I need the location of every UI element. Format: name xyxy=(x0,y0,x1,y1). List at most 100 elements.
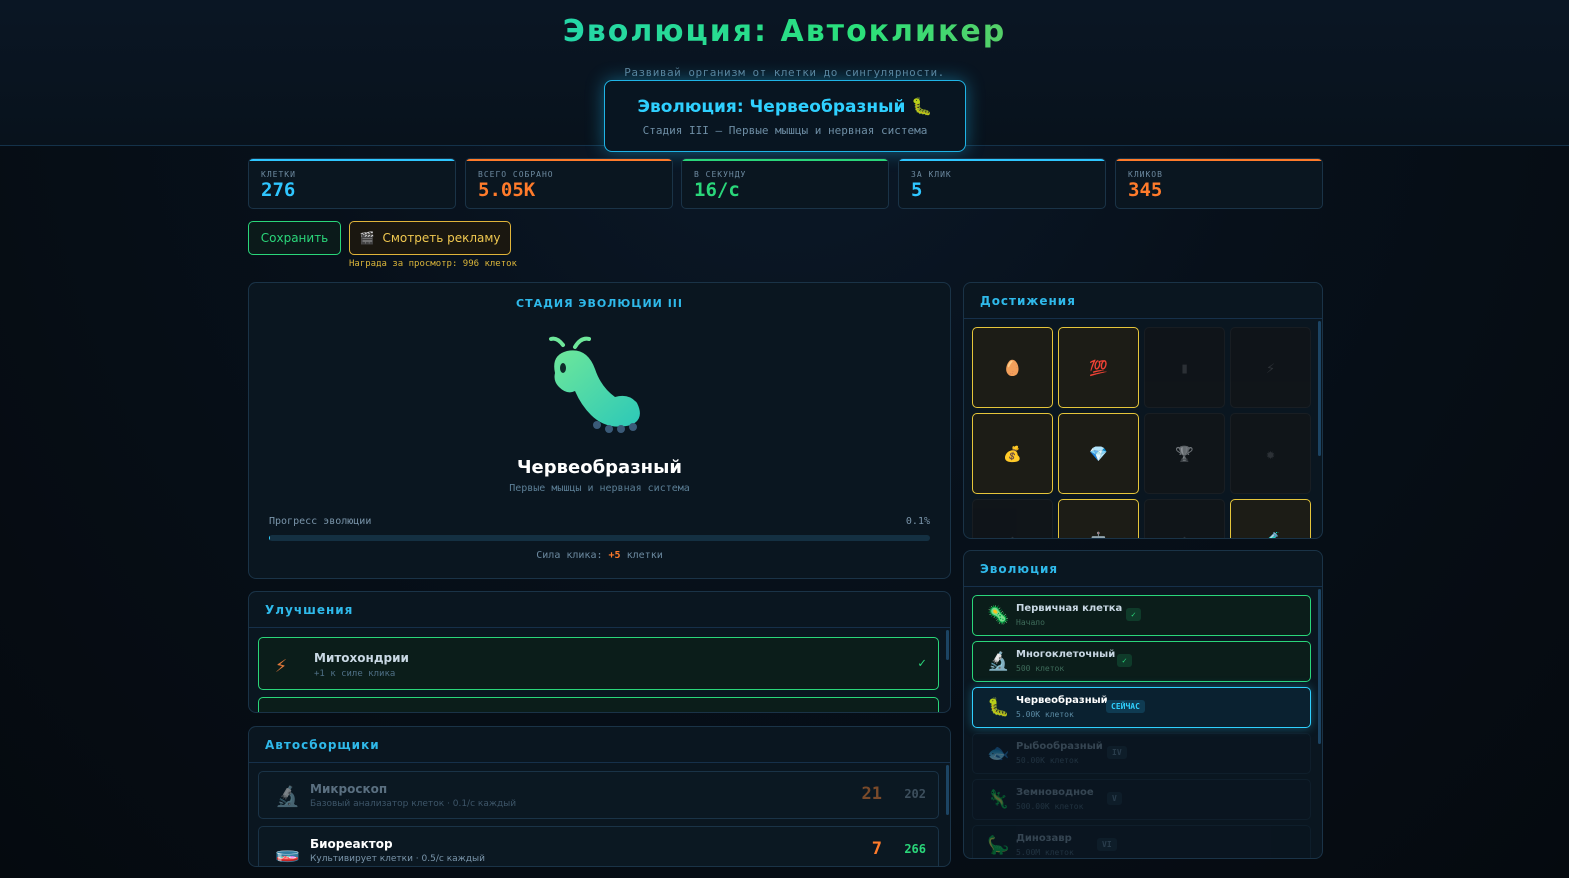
watch-ad-label: Смотреть рекламу xyxy=(382,231,501,245)
stage-requirement: 5.00M клеток xyxy=(1016,848,1074,857)
achievement-badge[interactable]: ◆ xyxy=(972,499,1053,539)
evolution-progress-bar xyxy=(269,535,930,541)
evolution-list-title: Эволюция xyxy=(964,551,1322,587)
click-power-suffix: клетки xyxy=(626,550,663,561)
achievement-icon: 🧪 xyxy=(1261,531,1280,539)
stage-name: Червеобразный xyxy=(1016,695,1108,706)
achievement-icon: 🥚 xyxy=(1003,358,1022,377)
stat-label: В СЕКУНДУ xyxy=(694,170,747,179)
stage-icon: 🐟 xyxy=(987,743,1010,764)
watch-ad-button[interactable]: 🎬 Смотреть рекламу xyxy=(349,221,511,255)
stage-icon: 🦎 xyxy=(987,789,1010,810)
achievement-badge[interactable]: 🤖 xyxy=(1058,499,1139,539)
achievement-icon: ◆ xyxy=(1008,531,1017,539)
stage-icon: 🦠 xyxy=(987,605,1010,626)
click-power: Сила клика: +5 клетки xyxy=(249,550,950,561)
upgrade-item[interactable]: ⚡ Митохондрии +1 к силе клика ✓ xyxy=(258,637,939,690)
header: Эволюция: Автокликер Развивай организм о… xyxy=(0,0,1569,152)
achievement-badge[interactable]: ▮ xyxy=(1144,327,1225,408)
collector-cost: 202 xyxy=(904,787,926,801)
auto-collectors-scrollbar[interactable] xyxy=(946,765,949,815)
stage-requirement: 50.00K клеток xyxy=(1016,756,1079,765)
upgrade-item[interactable] xyxy=(258,697,939,712)
stage-requirement: 500 клеток xyxy=(1016,664,1065,673)
stat-label: КЛИКОВ xyxy=(1128,170,1163,179)
evolution-stage-panel: СТАДИЯ ЭВОЛЮЦИИ III Червеобразный Первые… xyxy=(248,282,951,579)
collector-count: 21 xyxy=(861,784,882,804)
stage-name: Многоклеточный xyxy=(1016,649,1116,660)
current-stage-banner: Эволюция: Червеобразный 🐛 Стадия III — П… xyxy=(604,80,966,152)
collector-item[interactable]: 🧫 Биореактор Культивирует клетки · 0.5/с… xyxy=(258,826,939,866)
save-button[interactable]: Сохранить xyxy=(248,221,341,255)
stage-tag: V xyxy=(1107,792,1122,805)
stage-requirement: Начало xyxy=(1016,618,1045,627)
stat-value: 345 xyxy=(1128,179,1163,201)
achievement-badge[interactable]: 💎 xyxy=(1058,413,1139,494)
stat-cells: КЛЕТКИ 276 xyxy=(248,158,456,209)
evolution-stage-item[interactable]: 🦕 Динозавр 5.00M клеток VI xyxy=(972,825,1311,858)
upgrades-title: Улучшения xyxy=(249,592,950,628)
achievement-icon: 💯 xyxy=(1089,358,1108,377)
collector-item[interactable]: 🔬 Микроскоп Базовый анализатор клеток · … xyxy=(258,771,939,819)
collector-desc: Культивирует клетки · 0.5/с каждый xyxy=(310,854,485,864)
achievement-badge[interactable]: 🧪 xyxy=(1230,499,1311,539)
evolution-progress-fill xyxy=(269,535,271,541)
achievement-icon: ⚡ xyxy=(1265,358,1276,377)
achievement-icon: 🤖 xyxy=(1089,531,1108,539)
stat-label: ЗА КЛИК xyxy=(911,170,952,179)
stat-total-collected: ВСЕГО СОБРАНО 5.05K xyxy=(465,158,673,209)
achievements-title: Достижения xyxy=(964,283,1322,319)
achievements-panel: Достижения 🥚 💯 ▮ ⚡ 💰 💎 🏆 ✹ ◆ 🤖 ◆ 🧪 xyxy=(963,282,1323,539)
evolution-stage-item[interactable]: 🦎 Земноводное 500.00K клеток V xyxy=(972,779,1311,820)
stage-icon: 🦕 xyxy=(987,835,1010,856)
stat-value: 16/с xyxy=(694,179,740,201)
achievement-icon: 💰 xyxy=(1003,444,1022,463)
stage-tag: VI xyxy=(1097,838,1117,851)
stage-requirement: 5.00K клеток xyxy=(1016,710,1074,719)
achievement-icon: ◆ xyxy=(1180,531,1189,539)
creature-worm-icon[interactable] xyxy=(545,335,649,435)
evolution-stage-item[interactable]: 🔬 Многоклеточный 500 клеток ✓ xyxy=(972,641,1311,682)
achievement-badge[interactable]: 💯 xyxy=(1058,327,1139,408)
stage-tag: СЕЙЧАС xyxy=(1106,700,1145,713)
stage-name: Динозавр xyxy=(1016,833,1072,844)
evolution-stage-label: СТАДИЯ ЭВОЛЮЦИИ III xyxy=(516,297,683,310)
stage-name: Рыбообразный xyxy=(1016,741,1103,752)
stage-icon: 🔬 xyxy=(987,651,1010,672)
achievement-icon: 🏆 xyxy=(1175,444,1194,463)
achievement-icon: ▮ xyxy=(1179,358,1190,377)
checkmark-icon: ✓ xyxy=(918,656,926,671)
stage-tag: IV xyxy=(1107,746,1127,759)
achievement-badge[interactable]: 💰 xyxy=(972,413,1053,494)
evolution-stage-item[interactable]: 🐛 Червеобразный 5.00K клеток СЕЙЧАС xyxy=(972,687,1311,728)
stage-icon: 🐛 xyxy=(987,697,1010,718)
achievement-badge[interactable]: 🥚 xyxy=(972,327,1053,408)
stat-per-click: ЗА КЛИК 5 xyxy=(898,158,1106,209)
upgrade-desc: +1 к силе клика xyxy=(314,669,396,679)
click-power-value: +5 xyxy=(608,550,621,561)
evolution-stage-item[interactable]: 🦠 Первичная клетка Начало ✓ xyxy=(972,595,1311,636)
achievement-icon: 💎 xyxy=(1089,444,1108,463)
stage-name: Земноводное xyxy=(1016,787,1094,798)
evolution-progress-value: 0.1% xyxy=(905,516,930,527)
creature-name: Червеобразный xyxy=(517,457,682,478)
upgrades-scrollbar[interactable] xyxy=(946,630,949,660)
achievement-icon: ✹ xyxy=(1265,444,1276,463)
collector-name: Биореактор xyxy=(310,837,393,851)
upgrade-name: Митохондрии xyxy=(314,651,409,665)
upgrades-panel: Улучшения ⚡ Митохондрии +1 к силе клика … xyxy=(248,591,951,713)
achievement-badge[interactable]: ✹ xyxy=(1230,413,1311,494)
collector-count: 7 xyxy=(871,839,882,859)
stat-label: КЛЕТКИ xyxy=(261,170,296,179)
clapperboard-icon: 🎬 xyxy=(359,231,375,245)
achievement-badge[interactable]: 🏆 xyxy=(1144,413,1225,494)
achievement-badge[interactable]: ⚡ xyxy=(1230,327,1311,408)
click-power-prefix: Сила клика: xyxy=(536,550,603,561)
lightning-icon: ⚡ xyxy=(275,653,288,677)
achievements-scrollbar[interactable] xyxy=(1318,321,1321,456)
evolution-list-scrollbar[interactable] xyxy=(1318,589,1321,744)
stage-banner-title: Эволюция: Червеобразный 🐛 xyxy=(637,97,933,117)
achievement-badge[interactable]: ◆ xyxy=(1144,499,1225,539)
microscope-icon: 🔬 xyxy=(275,784,300,808)
evolution-stage-item[interactable]: 🐟 Рыбообразный 50.00K клеток IV xyxy=(972,733,1311,774)
